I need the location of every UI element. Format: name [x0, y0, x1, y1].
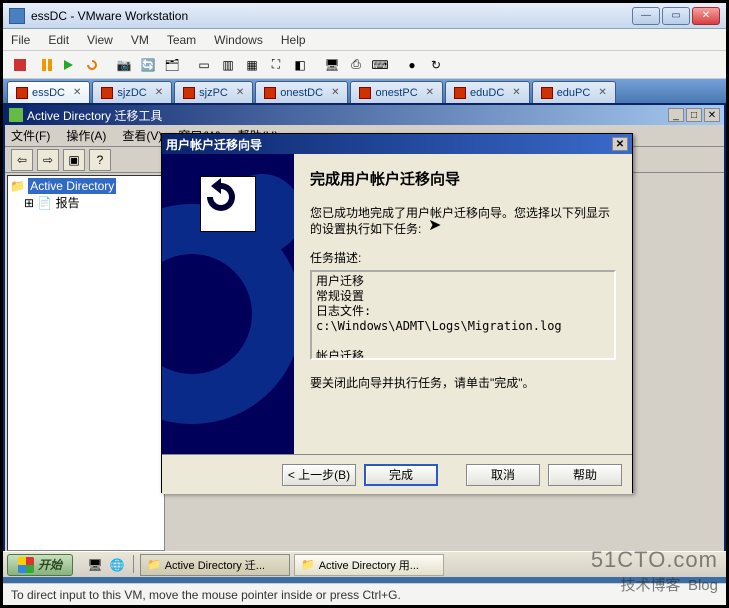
- tab-essdc[interactable]: essDC✕: [7, 81, 90, 103]
- menu-edit[interactable]: Edit: [48, 33, 69, 47]
- menu-vm[interactable]: VM: [131, 33, 149, 47]
- wizard-desc: 您已成功地完成了用户帐户迁移向导。您选择以下列显示的设置执行如下任务:: [310, 205, 616, 237]
- watermark2: 技术博客 Blog: [620, 574, 718, 595]
- tree-child[interactable]: 报告: [56, 196, 80, 210]
- vmware-titlebar: essDC - VMware Workstation — ▭ ✕: [3, 3, 726, 29]
- tab-onestpc[interactable]: onestPC✕: [350, 81, 443, 103]
- close-button[interactable]: ✕: [692, 7, 720, 25]
- ad-up-icon[interactable]: ▣: [63, 149, 85, 171]
- vm-tab-icon: [16, 87, 28, 99]
- status-text: To direct input to this VM, move the mou…: [11, 588, 401, 602]
- view3-icon[interactable]: ▦: [241, 54, 263, 76]
- menu-file[interactable]: File: [11, 33, 30, 47]
- ad-menu-file[interactable]: 文件(F): [11, 127, 50, 144]
- ad-close-button[interactable]: ✕: [704, 108, 720, 122]
- cancel-button[interactable]: 取消: [466, 464, 540, 486]
- ad-fwd-icon[interactable]: ⇨: [37, 149, 59, 171]
- menu-view[interactable]: View: [87, 33, 113, 47]
- vmware-icon: [9, 8, 25, 24]
- maximize-button[interactable]: ▭: [662, 7, 690, 25]
- quick-launch: 🖥 🌐: [85, 555, 138, 575]
- watermark: 51CTO.com: [591, 547, 718, 573]
- tools3-icon[interactable]: ⌨: [369, 54, 391, 76]
- tab-edupc[interactable]: eduPC✕: [532, 81, 616, 103]
- ql-icon-1[interactable]: 🖥: [85, 555, 105, 575]
- ad-titlebar: Active Directory 迁移工具 _ □ ✕: [5, 105, 724, 125]
- ad-max-button[interactable]: □: [686, 108, 702, 122]
- tab-sjzpc[interactable]: sjzPC✕: [174, 81, 253, 103]
- ql-icon-2[interactable]: 🌐: [107, 555, 127, 575]
- ad-min-button[interactable]: _: [668, 108, 684, 122]
- vmware-tabs: essDC✕ sjzDC✕ sjzPC✕ onestDC✕ onestPC✕ e…: [3, 79, 726, 103]
- tab-sjzdc[interactable]: sjzDC✕: [92, 81, 172, 103]
- ad-tree[interactable]: 📁 Active Directory ⊞ 📄 报告: [7, 175, 165, 551]
- windows-flag-icon: [18, 557, 34, 573]
- minimize-button[interactable]: —: [632, 7, 660, 25]
- wizard-title: 用户帐户迁移向导: [166, 136, 262, 153]
- ad-help-icon[interactable]: ?: [89, 149, 111, 171]
- ad-menu-view[interactable]: 查看(V): [122, 127, 162, 144]
- tree-root[interactable]: Active Directory: [28, 178, 116, 194]
- wizard-hint: 要关闭此向导并执行任务，请单击"完成"。: [310, 374, 616, 391]
- play-icon[interactable]: [57, 54, 79, 76]
- taskbar-item-aduc[interactable]: 📁 Active Directory 用...: [294, 554, 444, 576]
- replay-icon[interactable]: ↻: [425, 54, 447, 76]
- help-button[interactable]: 帮助: [548, 464, 622, 486]
- vmware-title: essDC - VMware Workstation: [31, 9, 632, 23]
- view1-icon[interactable]: ▭: [193, 54, 215, 76]
- revert-icon[interactable]: 🔄: [137, 54, 159, 76]
- ad-title-text: Active Directory 迁移工具: [27, 107, 162, 124]
- ad-app-icon: [9, 108, 23, 122]
- vmware-statusbar: To direct input to this VM, move the mou…: [3, 583, 726, 605]
- tab-edudc[interactable]: eduDC✕: [445, 81, 530, 103]
- snapmgr-icon[interactable]: 🗂: [161, 54, 183, 76]
- tab-close-icon[interactable]: ✕: [73, 87, 81, 98]
- start-button[interactable]: 开始: [7, 554, 73, 576]
- wizard-arrow-icon: [200, 176, 256, 232]
- tools2-icon[interactable]: ⎙: [345, 54, 367, 76]
- vmware-menubar: File Edit View VM Team Windows Help: [3, 29, 726, 51]
- wizard-task-label: 任务描述:: [310, 249, 616, 266]
- pause-icon[interactable]: [33, 54, 55, 76]
- reset-icon[interactable]: [81, 54, 103, 76]
- tab-onestdc[interactable]: onestDC✕: [255, 81, 348, 103]
- wizard-sidebar: [162, 154, 294, 454]
- tools1-icon[interactable]: 🖥: [321, 54, 343, 76]
- menu-team[interactable]: Team: [167, 33, 196, 47]
- ad-back-icon[interactable]: ⇦: [11, 149, 33, 171]
- ad-menu-action[interactable]: 操作(A): [66, 127, 106, 144]
- unity-icon[interactable]: ◧: [289, 54, 311, 76]
- wizard-close-button[interactable]: ✕: [612, 137, 628, 151]
- wizard-titlebar: 用户帐户迁移向导 ✕: [162, 134, 632, 154]
- wizard-heading: 完成用户帐户迁移向导: [310, 168, 616, 189]
- vmware-toolbar: 📷 🔄 🗂 ▭ ▥ ▦ ⛶ ◧ 🖥 ⎙ ⌨ ● ↻: [3, 51, 726, 79]
- taskbar-item-admt[interactable]: 📁 Active Directory 迁...: [140, 554, 290, 576]
- finish-button[interactable]: 完成: [364, 464, 438, 486]
- fullscreen-icon[interactable]: ⛶: [265, 54, 287, 76]
- wizard-dialog: 用户帐户迁移向导 ✕ 完成用户帐户迁移向导 您已成功地完成了用户帐户迁移向导。您…: [161, 133, 633, 493]
- back-button[interactable]: < 上一步(B): [282, 464, 356, 486]
- mouse-cursor-icon: ➤: [428, 215, 441, 235]
- stop-icon[interactable]: [9, 54, 31, 76]
- menu-help[interactable]: Help: [281, 33, 306, 47]
- menu-windows[interactable]: Windows: [214, 33, 263, 47]
- wizard-buttons: < 上一步(B) 完成 取消 帮助: [162, 454, 632, 494]
- wizard-task-textbox[interactable]: 用户迁移 常规设置 日志文件: c:\Windows\ADMT\Logs\Mig…: [310, 270, 616, 360]
- snapshot-icon[interactable]: 📷: [113, 54, 135, 76]
- view2-icon[interactable]: ▥: [217, 54, 239, 76]
- record-icon[interactable]: ●: [401, 54, 423, 76]
